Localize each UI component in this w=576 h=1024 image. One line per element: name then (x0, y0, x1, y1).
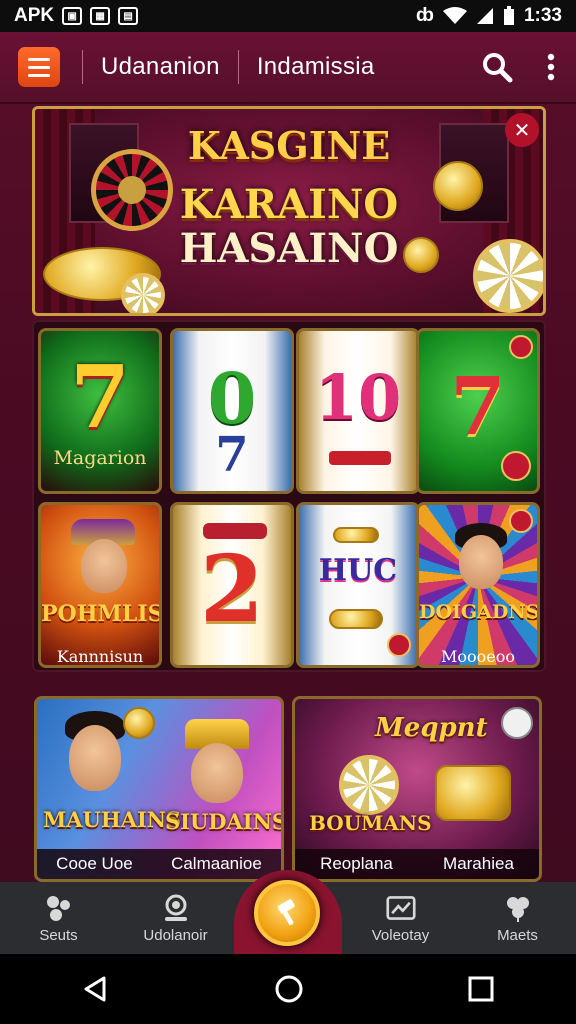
menu-button[interactable] (18, 47, 60, 87)
game-tile[interactable]: HUC (296, 502, 420, 668)
featured-caption: Reoplana Marahiea (295, 849, 539, 879)
featured-card[interactable]: MAUHAINS SIUDAINS Cooe Uoe Calmaanioe (34, 696, 284, 882)
character-portrait (191, 743, 243, 803)
system-navigation-bar (0, 954, 576, 1024)
photo-icon: ▦ (90, 7, 111, 25)
more-options-button[interactable] (544, 50, 558, 84)
header-divider (237, 50, 239, 84)
featured-title-right: SIUDAINS (165, 809, 284, 834)
nav-label: Maets (497, 926, 538, 944)
nav-item-center[interactable] (234, 870, 342, 954)
game-subtitle: Kannnisun (56, 647, 144, 666)
clover-icon (506, 896, 529, 922)
promo-banner[interactable]: KASGINE KARAINO HASAINO ✕ (32, 106, 546, 316)
brand-title: Udananion (101, 53, 220, 80)
featured-card[interactable]: Meqpnt BOUMANS Reoplana Marahiea (292, 696, 542, 882)
game-glyph-secondary: 7 (215, 427, 249, 483)
banner-title-top: KASGINE (187, 123, 391, 168)
close-banner-button[interactable]: ✕ (505, 113, 539, 147)
status-bar: APK ▣ ▦ ▤ ȸ 1:33 (0, 0, 576, 32)
game-title: DOIGADNS (419, 601, 540, 623)
caption-left: Reoplana (320, 854, 393, 873)
caption-right: Marahiea (443, 854, 514, 873)
menu-line (28, 73, 50, 77)
game-tile[interactable]: 7 (416, 328, 540, 494)
game-grid: 7 Magarion 0 7 10 7 POHMLIS Kannnisun 2 (32, 320, 546, 672)
reel-bar (329, 451, 391, 465)
gold-bar-icon (329, 609, 383, 629)
game-glyph: 7 (70, 347, 130, 448)
casino-chip-icon (339, 755, 399, 815)
game-glyph: 2 (199, 535, 264, 643)
chip-icon (387, 633, 411, 657)
gold-bar-icon (333, 527, 379, 543)
close-icon: ✕ (513, 119, 531, 142)
featured-title-bottom: BOUMANS (309, 811, 432, 835)
caption-right: Calmaanioe (171, 854, 262, 873)
status-time: 1:33 (523, 5, 562, 26)
recents-icon[interactable] (468, 976, 494, 1002)
image-icon (385, 895, 416, 920)
character-portrait (81, 539, 127, 593)
hammer-icon (277, 899, 295, 926)
game-title: Magarion (53, 447, 147, 469)
battery-icon (503, 6, 514, 25)
home-icon[interactable] (274, 974, 304, 1004)
menu-line (28, 57, 50, 61)
nav-label: Udolanoir (143, 926, 208, 944)
search-button[interactable] (480, 50, 514, 84)
game-tile[interactable]: DOIGADNS Moooeoo (416, 502, 540, 668)
menu-line (28, 65, 50, 69)
vibrate-icon: ȸ (415, 5, 434, 26)
featured-title-top: Meqpnt (375, 713, 488, 743)
game-tile[interactable]: 10 (296, 328, 420, 494)
bottom-navigation: Seuts Udolanoir Voleotay Maets (0, 870, 576, 954)
gold-coin-icon (123, 707, 155, 739)
nav-label: Seuts (39, 926, 78, 944)
chip-icon (501, 451, 531, 481)
character-portrait (69, 725, 121, 791)
game-glyph: 7 (450, 359, 506, 453)
game-glyph: 10 (314, 361, 402, 434)
casino-chip-icon (121, 273, 165, 313)
center-action-button[interactable] (254, 880, 320, 946)
nav-item-maets[interactable]: Maets (459, 882, 576, 954)
banner-title-middle: KARAINO (179, 181, 399, 228)
game-subtitle: Moooeoo (440, 647, 515, 666)
caption-left: Cooe Uoe (56, 854, 133, 873)
nav-item-seuts[interactable]: Seuts (0, 882, 117, 954)
app-screen: APK ▣ ▦ ▤ ȸ 1:33 Udananion Indamissia KA… (0, 0, 576, 1024)
nav-label: Voleotay (371, 926, 430, 944)
page-title: Indamissia (256, 53, 375, 80)
featured-title-left: MAUHAINS (43, 807, 182, 832)
more-vertical-icon (547, 53, 555, 81)
nav-item-voleotay[interactable]: Voleotay (342, 882, 459, 954)
user-icon (164, 894, 187, 921)
settings-icon (501, 707, 533, 739)
game-title: HUC (318, 553, 398, 588)
game-tile[interactable]: 7 Magarion (38, 328, 162, 494)
nav-item-udolanoir[interactable]: Udolanoir (117, 882, 234, 954)
wifi-icon (442, 7, 467, 24)
gold-cup-icon (435, 765, 511, 821)
status-app-label: APK (14, 5, 55, 26)
game-tile[interactable]: 2 (170, 502, 294, 668)
app-header: Udananion Indamissia (0, 32, 576, 104)
hot-badge-icon (509, 335, 533, 359)
featured-caption: Cooe Uoe Calmaanioe (37, 849, 281, 879)
app-icon: ▤ (118, 7, 139, 25)
game-tile[interactable]: POHMLIS Kannnisun (38, 502, 162, 668)
back-icon[interactable] (82, 975, 110, 1003)
puzzle-icon (46, 895, 70, 921)
character-portrait (459, 535, 503, 589)
notification-icon: ▣ (62, 7, 83, 25)
game-tile[interactable]: 0 7 (170, 328, 294, 494)
hot-badge-icon (509, 509, 533, 533)
header-divider (82, 50, 83, 84)
game-title: POHMLIS (41, 601, 162, 627)
banner-title-bottom: HASAINO (179, 225, 399, 272)
signal-icon (476, 8, 493, 24)
search-icon (483, 53, 513, 83)
